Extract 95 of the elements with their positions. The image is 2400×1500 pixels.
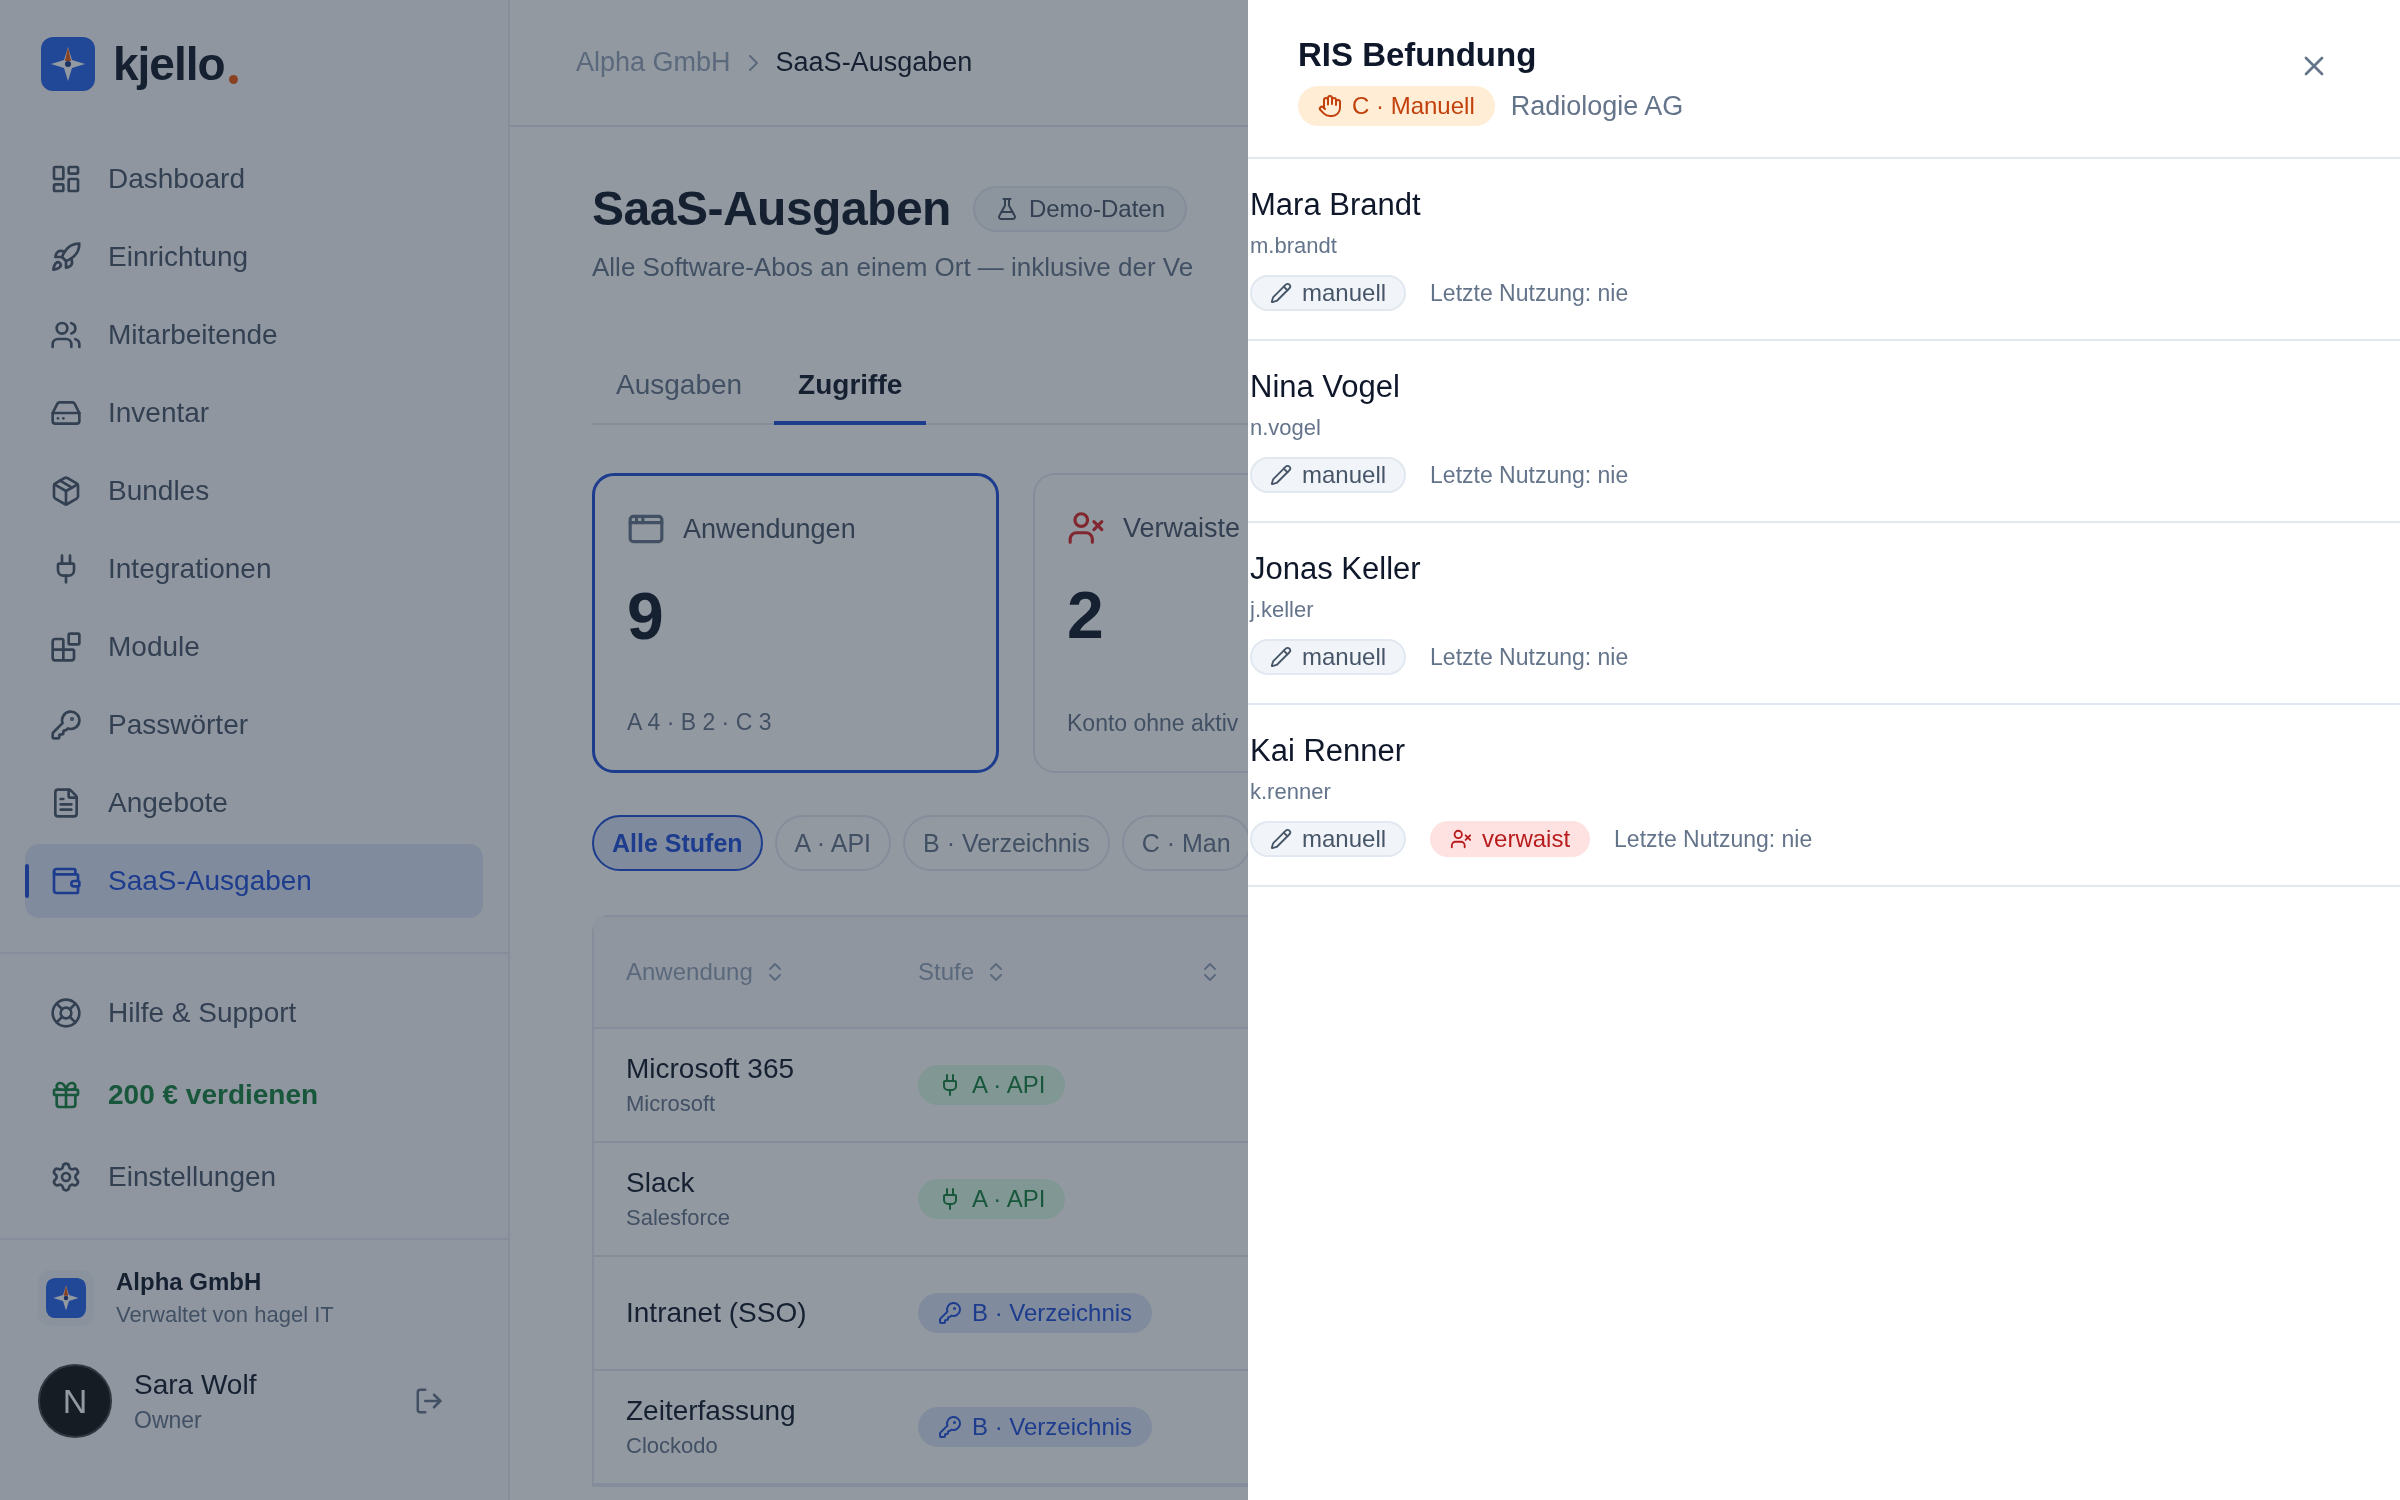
page-subtitle: Alle Software-Abos an einem Ort — inklusive der Ve [592,252,1195,283]
nav-item[interactable]: Hilfe & Support [25,976,483,1050]
status-tag: verwaist [1430,821,1591,857]
person-login: n.vogel [1250,415,1322,441]
person-login: k.renner [1250,779,1332,805]
avatar: N [38,1364,112,1438]
last-used: Letzte Nutzung: nie [1614,825,1813,853]
rocket-icon [50,241,82,273]
active-indicator [25,864,29,898]
box-icon [50,475,82,507]
nav-item[interactable]: Einstellungen [25,1140,483,1214]
nav-item[interactable]: Passwörter [25,688,483,762]
dashboard-icon [50,163,82,195]
tier-badge: C · Manuell [1298,86,1495,126]
nav-item[interactable]: Dashboard [25,142,483,216]
status-tag: manuell [1250,275,1407,311]
user-x-icon [1450,828,1473,850]
gift-icon [50,1079,82,1111]
nav-item[interactable]: Integrationen [25,532,483,606]
last-used: Letzte Nutzung: nie [1430,461,1629,489]
nav-item[interactable]: Einrichtung [25,220,483,294]
stat-label: Verwaiste [1123,512,1241,544]
person-name: Jonas Keller [1250,551,1422,587]
breadcrumb-link[interactable]: SaaS-Ausgaben [775,47,973,78]
last-used: Letzte Nutzung: nie [1430,279,1629,307]
user-x-icon [1067,509,1105,547]
person-login: j.keller [1250,597,1315,623]
app-name: Intranet (SSO) [626,1297,808,1329]
last-used: Letzte Nutzung: nie [1430,643,1629,671]
users-icon [50,319,82,351]
dot-icon [228,75,238,84]
key-icon [938,1415,962,1439]
app-name: Zeiterfassung [626,1395,797,1427]
stat-detail: A 4 · B 2 · C 3 [627,709,773,736]
status-tag: manuell [1250,639,1407,675]
stat-value: 9 [627,578,665,654]
status-tag: manuell [1250,457,1407,493]
app-vendor: Salesforce [626,1205,731,1231]
nav-item[interactable]: Bundles [25,454,483,528]
stat-value: 2 [1067,577,1105,653]
logout-button[interactable] [414,1386,444,1416]
pencil-icon [1270,646,1292,668]
filter-chip[interactable]: C · Man [1121,815,1248,871]
user-role: Owner [134,1406,203,1434]
logo-icon [41,37,95,91]
demo-badge: Demo-Daten [972,185,1187,232]
breadcrumb-link[interactable]: Alpha GmbH [576,47,731,78]
drawer-title: RIS Befundung [1298,36,1537,74]
blocks-icon [50,631,82,663]
pencil-icon [1270,828,1292,850]
pencil-icon [1270,464,1292,486]
brand-name: kjello [113,37,225,91]
org-name: Alpha GmbH [116,1268,263,1296]
tier-badge: B · Verzeichnis [918,1293,1153,1333]
logout-icon [414,1386,444,1416]
key-icon [938,1301,962,1325]
filter-chip[interactable]: A · API [774,815,891,871]
nav-item[interactable]: Mitarbeitende [25,298,483,372]
filter-chip[interactable]: Alle Stufen [592,815,763,871]
pencil-icon [1270,282,1292,304]
tier-badge: A · API [918,1065,1066,1105]
app-vendor: Microsoft [626,1091,717,1117]
person-name: Nina Vogel [1250,369,1401,405]
stat-detail: Konto ohne aktiv [1067,710,1240,737]
org-subtitle: Verwaltet von hagel IT [116,1302,334,1328]
tier-badge: A · API [918,1179,1066,1219]
tab[interactable]: Ausgaben [592,369,767,425]
settings-icon [50,1161,82,1193]
chevron-right-icon [748,54,758,71]
tab[interactable]: Zugriffe [774,369,927,425]
person-name: Mara Brandt [1250,187,1422,223]
key-icon [50,709,82,741]
tier-badge: B · Verzeichnis [918,1407,1153,1447]
hand-icon [1318,94,1342,118]
nav-item[interactable]: SaaS-Ausgaben [25,844,483,918]
person-login: m.brandt [1250,233,1338,259]
nav-item[interactable]: Angebote [25,766,483,840]
filter-chip[interactable]: B · Verzeichnis [903,815,1110,871]
lifebuoy-icon [50,997,82,1029]
logo-icon [46,1278,86,1318]
stat-label: Anwendungen [683,513,856,545]
nav-item[interactable]: Module [25,610,483,684]
stat-card[interactable]: Verwaiste 2 Konto ohne aktiv [1033,473,1248,773]
status-tag: manuell [1250,821,1407,857]
stat-card[interactable]: Anwendungen 9 A 4 · B 2 · C 3 [592,473,999,773]
user-name: Sara Wolf [134,1368,257,1401]
person-name: Kai Renner [1250,733,1407,769]
page-title: SaaS-Ausgaben [592,181,951,236]
app-vendor: Clockodo [626,1433,719,1459]
nav-item[interactable]: 200 € verdienen [25,1058,483,1132]
nav-item[interactable]: Inventar [25,376,483,450]
drawer-vendor: Radiologie AG [1510,90,1684,122]
wallet-icon [50,865,82,897]
app-name: Microsoft 365 [626,1053,796,1085]
app-name: Slack [626,1167,696,1199]
